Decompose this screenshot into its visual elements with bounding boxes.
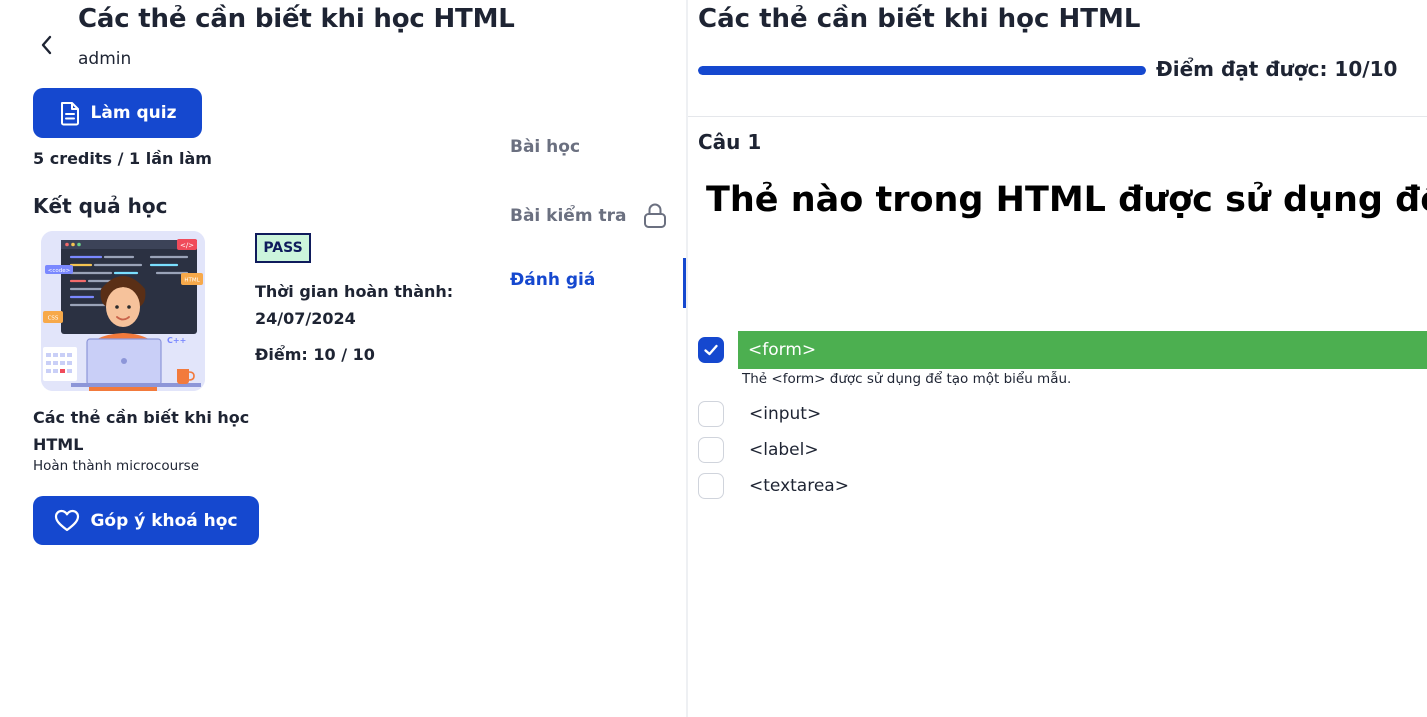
answer-option[interactable]: <label>: [698, 435, 819, 465]
pass-badge: PASS: [255, 233, 311, 263]
answer-checkbox-checked[interactable]: [698, 337, 724, 363]
course-feedback-button[interactable]: Góp ý khoá học: [33, 496, 259, 545]
answer-checkbox[interactable]: [698, 437, 724, 463]
nav-lessons[interactable]: Bài học: [510, 137, 580, 157]
score-progress-fill: [698, 66, 1146, 75]
svg-text:CSS: CSS: [48, 316, 59, 322]
card-title: Các thẻ cần biết khi học HTML: [33, 408, 250, 454]
answer-option[interactable]: [698, 335, 724, 365]
course-panel: Các thẻ cần biết khi học HTML admin Làm …: [0, 0, 686, 717]
answer-label: <textarea>: [749, 476, 849, 496]
score-achieved: Điểm đạt được: 10/10: [1156, 57, 1398, 81]
quiz-title: Các thẻ cần biết khi học HTML: [698, 4, 1141, 34]
credits-info: 5 credits / 1 lần làm: [33, 149, 212, 168]
answer-option[interactable]: <input>: [698, 399, 821, 429]
nav-review-label: Đánh giá: [510, 270, 596, 290]
svg-text:C++: C++: [167, 336, 186, 345]
html-course-illustration: </> <code> HTML CSS C++: [41, 231, 205, 391]
nav-tests[interactable]: Bài kiểm tra: [510, 202, 668, 230]
nav-review[interactable]: Đánh giá: [510, 270, 595, 290]
nav-lessons-label: Bài học: [510, 137, 581, 157]
svg-text:<code>: <code>: [48, 268, 71, 274]
chevron-left-icon: [41, 35, 52, 55]
document-icon: [60, 102, 79, 126]
completion-time-label: Thời gian hoàn thành:: [255, 282, 454, 301]
take-quiz-button[interactable]: Làm quiz: [33, 88, 202, 138]
answer-label: <input>: [749, 404, 822, 424]
course-feedback-label: Góp ý khoá học: [90, 510, 238, 531]
question-text: Thẻ nào trong HTML được sử dụng để tạo: [706, 180, 1427, 220]
question-number: Câu 1: [698, 130, 762, 154]
answer-label: <label>: [749, 440, 819, 460]
answer-correct-highlight[interactable]: <form>: [738, 331, 1427, 369]
take-quiz-label: Làm quiz: [90, 103, 177, 123]
answer-label: <form>: [748, 340, 817, 360]
quiz-panel: Các thẻ cần biết khi học HTML Điểm đạt đ…: [688, 0, 1427, 717]
header-divider: [688, 116, 1427, 117]
course-thumbnail: </> <code> HTML CSS C++: [41, 231, 205, 391]
nav-tests-label: Bài kiểm tra: [510, 206, 627, 226]
answer-checkbox[interactable]: [698, 473, 724, 499]
course-title: Các thẻ cần biết khi học HTML: [78, 4, 515, 34]
answer-option[interactable]: <textarea>: [698, 471, 849, 501]
answer-checkbox[interactable]: [698, 401, 724, 427]
lock-icon: [644, 203, 667, 228]
heart-icon: [55, 509, 80, 531]
score-text: Điểm: 10 / 10: [255, 345, 375, 364]
back-button[interactable]: [36, 32, 58, 58]
score-progress-bar: [698, 66, 1146, 75]
card-subtitle: Hoàn thành microcourse: [33, 458, 200, 474]
result-heading: Kết quả học: [33, 194, 168, 218]
svg-text:HTML: HTML: [184, 278, 200, 284]
svg-text:</>: </>: [180, 242, 194, 250]
course-author: admin: [78, 49, 132, 69]
answer-explanation: Thẻ <form> được sử dụng để tạo một biểu …: [742, 371, 1072, 387]
completion-time-value: 24/07/2024: [255, 309, 356, 328]
check-icon: [704, 344, 718, 356]
